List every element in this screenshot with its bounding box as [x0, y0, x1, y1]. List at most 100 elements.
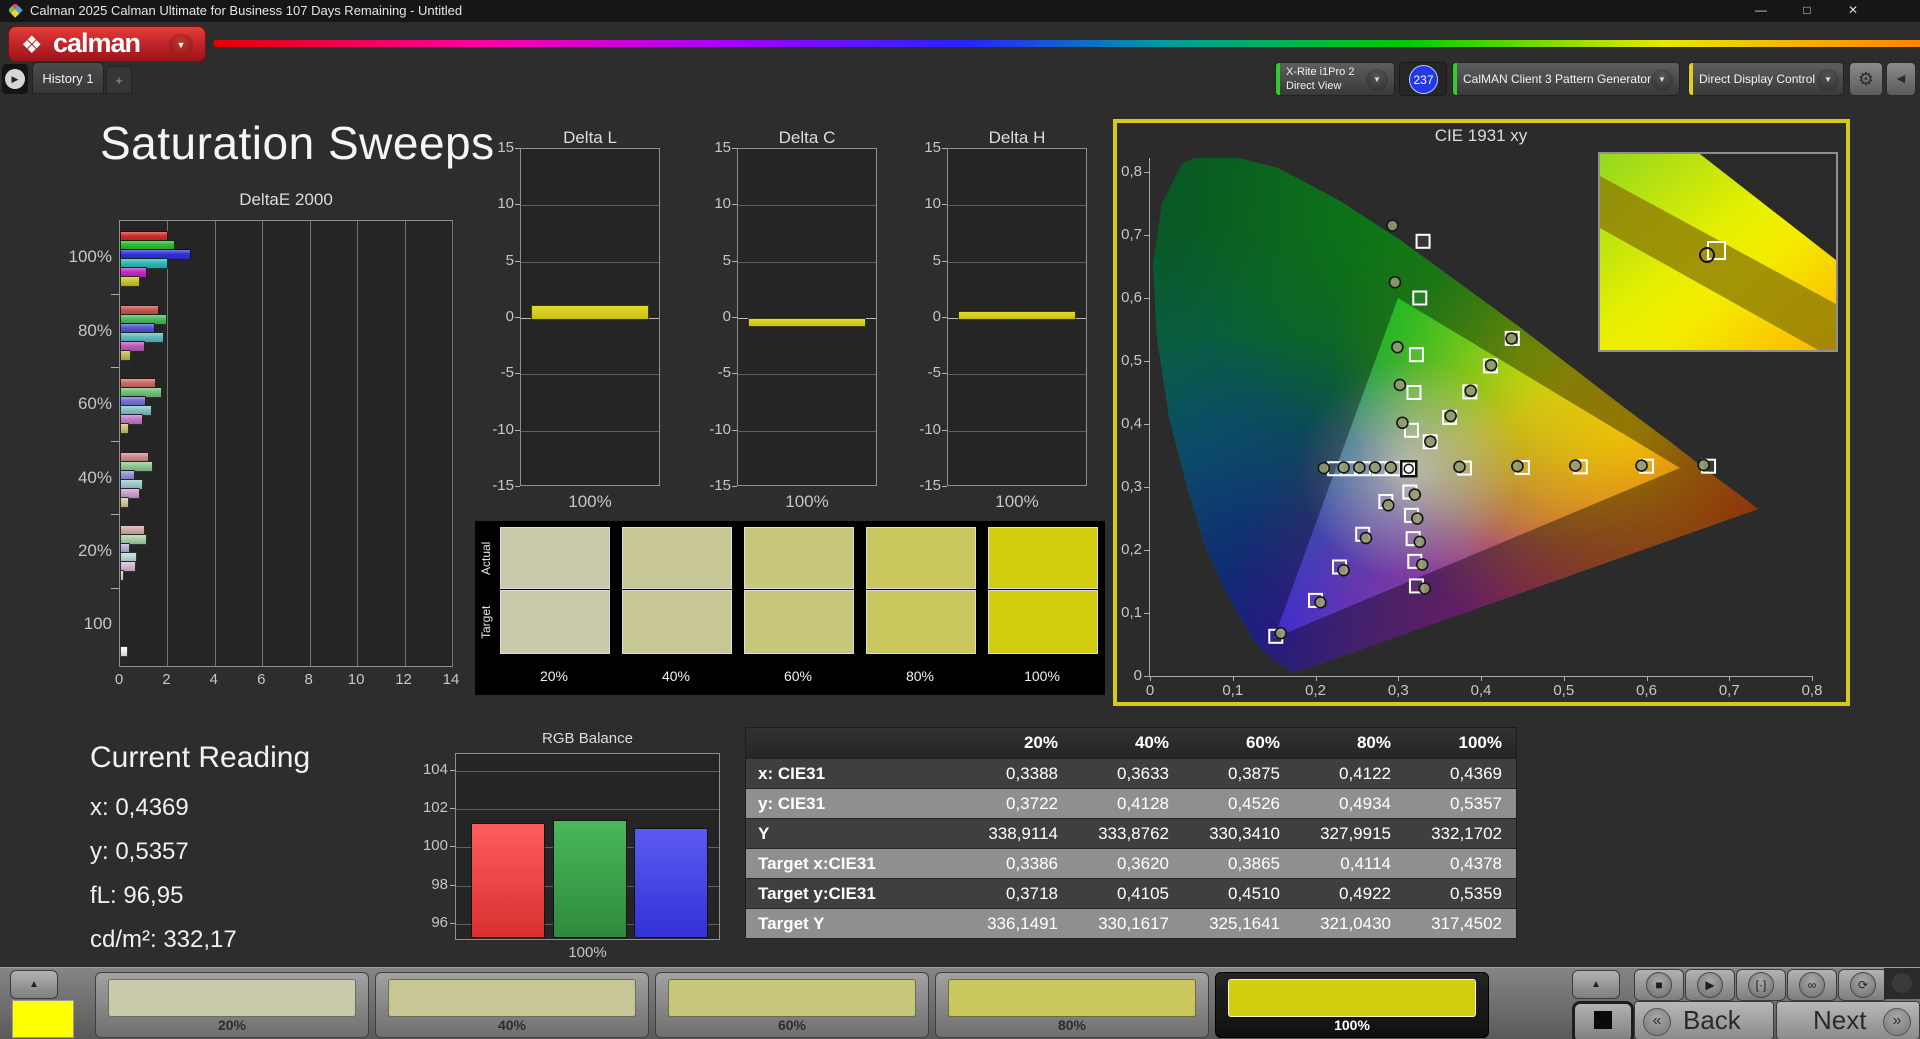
add-tab-button[interactable]: + [106, 66, 132, 94]
axis-tick [450, 808, 455, 809]
delta-y-tick: -5 [895, 364, 941, 381]
patch-button-20%[interactable]: 20% [95, 972, 369, 1038]
collapse-toolbar-button[interactable]: ◀ [1886, 62, 1916, 96]
deltae-group-label: 80% [40, 321, 112, 341]
rgb-balance-chart[interactable] [455, 753, 720, 940]
pattern-generator-dropdown[interactable]: CalMAN Client 3 Pattern Generator ▼ [1452, 62, 1680, 96]
rgb-balance-title: RGB Balance [455, 730, 720, 747]
cie-inset-graphic [1600, 154, 1836, 350]
axis-tick [450, 846, 455, 847]
axis-tick [450, 923, 455, 924]
calman-menu-button[interactable]: ❖ calman ▼ [8, 26, 206, 62]
meter-count-badge[interactable]: 237 [1409, 65, 1438, 94]
patch-button-80%[interactable]: 80% [935, 972, 1209, 1038]
delta-y-tick: 0 [468, 308, 514, 325]
cie-x-tick: 0,7 [1709, 682, 1749, 699]
title-bar: Calman 2025 Calman Ultimate for Business… [0, 0, 1920, 22]
table-cell: 336,1491 [961, 914, 1072, 934]
refresh-button[interactable]: ⟳ [1838, 969, 1888, 1001]
chevron-down-icon[interactable]: ▼ [1366, 69, 1388, 91]
active-color-preview[interactable] [12, 1000, 74, 1038]
gridline [456, 771, 719, 772]
actual-swatch [988, 527, 1098, 589]
delta-h-chart[interactable] [947, 148, 1087, 486]
patch-label: 80% [936, 1017, 1208, 1033]
stop-measure-button[interactable] [1572, 1001, 1634, 1039]
patch-button-60%[interactable]: 60% [655, 972, 929, 1038]
refresh-icon: ⟳ [1850, 972, 1876, 998]
delta-y-tick: -15 [685, 477, 731, 494]
gridline [521, 431, 659, 432]
close-button[interactable]: ✕ [1838, 0, 1868, 21]
stop-button[interactable]: ■ [1634, 969, 1684, 1001]
chevron-down-icon[interactable]: ▼ [1817, 69, 1839, 91]
reading-x: x: 0,4369 [90, 794, 189, 822]
table-row: y: CIE310,37220,41280,45260,49340,5357 [746, 789, 1516, 819]
meter-name: X-Rite i1Pro 2 [1286, 66, 1354, 78]
cie-x-tick: 0,2 [1296, 682, 1336, 699]
chevron-left-icon: ◀ [1897, 73, 1905, 85]
delta-y-tick: -15 [468, 477, 514, 494]
axis-tick [1144, 487, 1149, 488]
maximize-button[interactable]: □ [1792, 0, 1822, 21]
tab-scroll-button[interactable]: ▶ [2, 64, 28, 94]
calman-window: Calman 2025 Calman Ultimate for Business… [0, 0, 1920, 1039]
meter-status-bar [1276, 63, 1280, 95]
delta-c-chart[interactable] [737, 148, 877, 486]
collapse-transport-button[interactable]: ▲ [1572, 970, 1620, 999]
play-button[interactable]: ▶ [1685, 969, 1735, 1001]
delta-l-chart[interactable] [520, 148, 660, 486]
table-row: Target x:CIE310,33860,36200,38650,41140,… [746, 849, 1516, 879]
cie-y-tick: 0,7 [1098, 226, 1142, 243]
back-button[interactable]: « Back [1634, 1001, 1774, 1039]
display-control-dropdown[interactable]: Direct Display Control ▼ [1688, 62, 1844, 96]
axis-tick [942, 373, 947, 374]
axis-tick [111, 441, 119, 442]
axis-tick [1233, 676, 1234, 681]
app-icon [9, 4, 24, 19]
target-point [1407, 386, 1420, 399]
delta-y-tick: -5 [468, 364, 514, 381]
meter-dropdown[interactable]: X-Rite i1Pro 2 Direct View ▼ [1275, 62, 1395, 96]
cie-y-tick: 0,5 [1098, 352, 1142, 369]
measured-point [1338, 565, 1349, 576]
menu-caret-icon[interactable]: ▼ [169, 34, 193, 56]
measured-point [1465, 385, 1476, 396]
target-point [1417, 235, 1430, 248]
rgb-y-tick: 100 [398, 837, 448, 854]
measured-point [1698, 459, 1709, 470]
target-swatch [988, 590, 1098, 654]
patch-label: 40% [376, 1017, 648, 1033]
table-cell: 0,4934 [1294, 794, 1405, 814]
actual-swatch [744, 527, 854, 589]
table-cell: 0,4122 [1294, 764, 1405, 784]
chevron-down-icon[interactable]: ▼ [1651, 69, 1673, 91]
table-cell: 0,4369 [1405, 764, 1516, 784]
minimize-button[interactable]: — [1746, 0, 1776, 21]
gridline [521, 262, 659, 263]
deltae-x-tick: 14 [436, 671, 466, 688]
cie-x-tick: 0,1 [1213, 682, 1253, 699]
cie-chart-title: CIE 1931 xy [1150, 126, 1812, 146]
deltae-group-label: 40% [40, 468, 112, 488]
patch-button-40%[interactable]: 40% [375, 972, 649, 1038]
patch-swatch [948, 979, 1196, 1017]
deltae-chart[interactable] [119, 220, 453, 667]
next-button[interactable]: Next » [1776, 1001, 1920, 1039]
axis-tick [942, 317, 947, 318]
table-row: Y338,9114333,8762330,3410327,9915332,170… [746, 819, 1516, 849]
measured-point [1417, 559, 1428, 570]
axis-tick [1144, 298, 1149, 299]
loop-button[interactable]: ∞ [1787, 969, 1837, 1001]
collapse-patches-button[interactable]: ▲ [10, 970, 58, 999]
table-row-label: Target Y [746, 914, 961, 934]
cie-y-tick: 0,8 [1098, 163, 1142, 180]
measured-point [1318, 463, 1329, 474]
step-button[interactable]: [·] [1736, 969, 1786, 1001]
axis-tick [111, 588, 119, 589]
axis-tick [732, 373, 737, 374]
settings-button[interactable]: ⚙ [1849, 62, 1883, 96]
deltae-chart-title: DeltaE 2000 [119, 190, 453, 210]
tab-history-1[interactable]: History 1 [32, 62, 104, 94]
patch-button-100%[interactable]: 100% [1215, 972, 1489, 1038]
